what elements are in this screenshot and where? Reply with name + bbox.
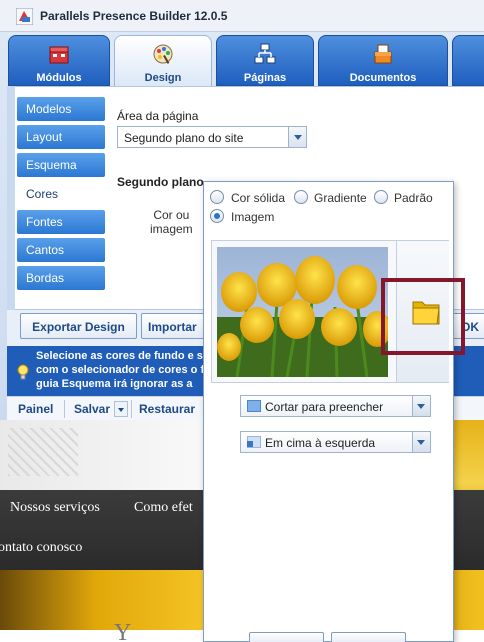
chevron-down-icon <box>412 432 430 452</box>
page-area-select[interactable]: Segundo plano do site <box>117 126 307 148</box>
sitemap-icon <box>254 43 276 64</box>
radio-solid-color[interactable] <box>210 190 224 204</box>
image-position-select[interactable]: Em cima à esquerda <box>240 431 431 453</box>
tulips-image <box>217 247 388 377</box>
modules-icon <box>49 46 69 64</box>
image-fit-value: Cortar para preencher <box>265 400 384 414</box>
tab-pages[interactable]: Páginas <box>216 35 314 86</box>
radio-image[interactable] <box>210 209 224 223</box>
color-or-image-label: Cor ou imagem <box>150 208 193 236</box>
app-title: Parallels Presence Builder 12.0.5 <box>40 9 228 23</box>
export-design-button[interactable]: Exportar Design <box>20 313 137 339</box>
tab-label: Módulos <box>36 72 82 84</box>
toolbar-divider <box>64 400 65 418</box>
tab-label: Design <box>144 72 182 84</box>
background-options-popup: Cor sólida Gradiente Padrão Imagem Corta… <box>203 181 454 642</box>
panel-button[interactable]: Painel <box>18 402 53 416</box>
tab-label: Páginas <box>243 72 287 84</box>
page-area-value: Segundo plano do site <box>124 131 244 145</box>
popup-button[interactable] <box>331 632 406 642</box>
radio-label: Cor sólida <box>231 191 286 205</box>
save-options-dropdown[interactable] <box>114 401 128 417</box>
chevron-down-icon <box>412 396 430 416</box>
radio-label: Gradiente <box>314 191 367 205</box>
website-heading-fragment: Y <box>114 620 132 642</box>
image-fit-select[interactable]: Cortar para preencher <box>240 395 431 417</box>
chevron-down-icon <box>288 127 306 147</box>
tab-label: Documentos <box>349 72 417 84</box>
subnav-item-layout[interactable]: Layout <box>17 125 105 149</box>
lightbulb-icon <box>17 364 29 380</box>
subnav-item-bordas[interactable]: Bordas <box>17 266 105 290</box>
popup-button[interactable] <box>249 632 324 642</box>
radio-pattern[interactable] <box>374 190 388 204</box>
section-title: Segundo plano <box>117 175 204 189</box>
save-button[interactable]: Salvar <box>74 402 110 416</box>
title-bar: Parallels Presence Builder 12.0.5 <box>0 0 484 32</box>
subnav-item-cores[interactable]: Cores <box>17 182 105 206</box>
tab-modules[interactable]: Módulos <box>8 35 110 86</box>
position-marker-icon <box>247 441 253 447</box>
subnav-item-modelos[interactable]: Modelos <box>17 97 105 121</box>
tab-design[interactable]: Design <box>114 35 212 86</box>
page-area-label: Área da página <box>117 109 199 123</box>
tab-documents[interactable]: Documentos <box>318 35 448 86</box>
subnav-item-fontes[interactable]: Fontes <box>17 210 105 234</box>
radio-gradient[interactable] <box>294 190 308 204</box>
radio-label: Padrão <box>394 191 433 205</box>
image-position-value: Em cima à esquerda <box>265 436 376 450</box>
website-menu-item: Como efet <box>134 500 193 515</box>
subnav-item-esquema[interactable]: Esquema <box>17 153 105 177</box>
panel-edge <box>7 86 15 310</box>
app-logo-icon <box>16 8 33 25</box>
toolbar-divider <box>131 400 132 418</box>
tab-more[interactable] <box>452 35 484 86</box>
fit-swatch-icon <box>247 400 261 412</box>
documents-icon <box>374 44 392 64</box>
annotation-highlight-box <box>381 278 465 355</box>
subnav-item-cantos[interactable]: Cantos <box>17 238 105 262</box>
palette-icon <box>153 44 173 64</box>
website-menu-item: ontato conosco <box>0 540 83 555</box>
restore-button[interactable]: Restaurar <box>139 402 195 416</box>
website-menu-item: Nossos serviços <box>10 500 100 515</box>
radio-label: Imagem <box>231 210 275 224</box>
main-tabs: Módulos Design Páginas Documentos <box>0 32 484 86</box>
import-design-button[interactable]: Importar <box>141 313 211 339</box>
